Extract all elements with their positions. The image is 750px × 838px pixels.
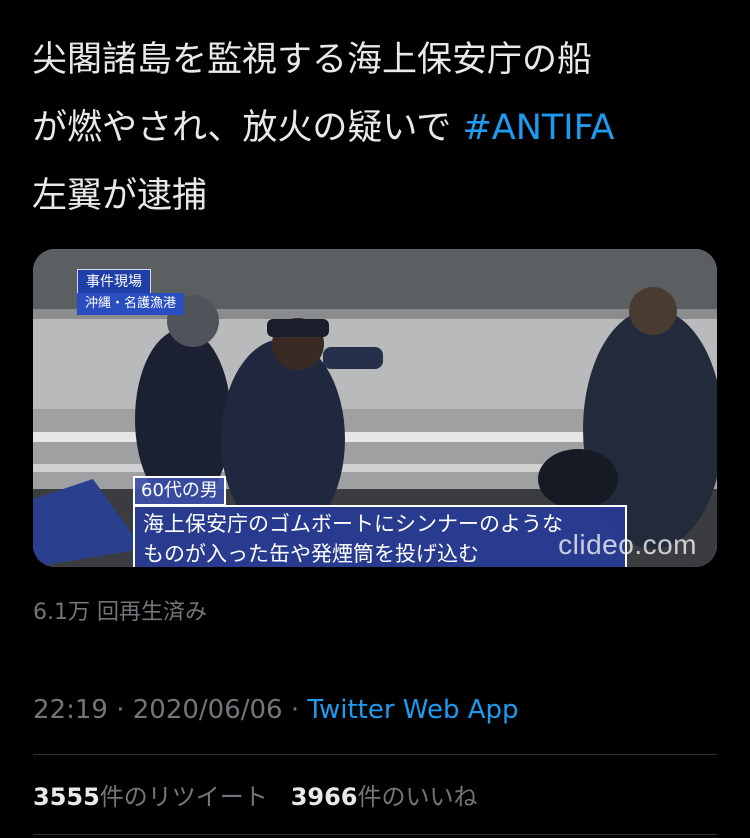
- tweet-text-line2: が燃やされ、放火の疑いで: [32, 108, 463, 148]
- meta-separator: ·: [107, 695, 133, 725]
- caption-line1: 海上保安庁のゴムボートにシンナーのような: [143, 512, 563, 536]
- caption-tag: 60代の男: [133, 476, 226, 506]
- engagement-stats: 3555件のリツイート 3966件のいいね: [33, 777, 477, 812]
- hashtag-link[interactable]: #ANTIFA: [462, 108, 614, 148]
- retweets-label: 件のリツイート: [99, 783, 268, 811]
- tweet-text: 尖閣諸島を監視する海上保安庁の船 が燃やされ、放火の疑いで #ANTIFA 左翼…: [32, 26, 722, 230]
- tweet-meta: 22:19 · 2020/06/06 · Twitter Web App: [33, 695, 519, 725]
- tweet-time[interactable]: 22:19: [33, 695, 108, 725]
- likes-label: 件のいいね: [357, 783, 478, 811]
- tweet-date[interactable]: 2020/06/06: [133, 695, 283, 725]
- chyron-location: 沖縄・名護漁港: [77, 293, 185, 315]
- meta-separator-2: ·: [282, 695, 308, 725]
- retweets-count: 3555: [33, 783, 100, 811]
- view-count: 6.1万 回再生済み: [33, 600, 207, 625]
- source-app-link[interactable]: Twitter Web App: [307, 695, 518, 725]
- chyron-title: 事件現場: [77, 269, 151, 295]
- retweets-stat[interactable]: 3555件のリツイート: [33, 783, 268, 811]
- divider-bottom: [33, 834, 717, 835]
- likes-count: 3966: [290, 783, 358, 811]
- caption-box: 海上保安庁のゴムボートにシンナーのような ものが入った缶や発煙筒を投げ込む: [133, 505, 627, 567]
- watermark: clideo.com: [558, 529, 697, 560]
- tweet-text-line3: 左翼が逮捕: [32, 176, 208, 216]
- caption-line2: ものが入った缶や発煙筒を投げ込む: [143, 542, 479, 566]
- divider: [33, 754, 717, 755]
- video-player[interactable]: 事件現場 沖縄・名護漁港 60代の男 海上保安庁のゴムボートにシンナーのような …: [33, 249, 717, 567]
- likes-stat[interactable]: 3966件のいいね: [291, 783, 478, 811]
- tweet-text-line1: 尖閣諸島を監視する海上保安庁の船: [32, 40, 593, 80]
